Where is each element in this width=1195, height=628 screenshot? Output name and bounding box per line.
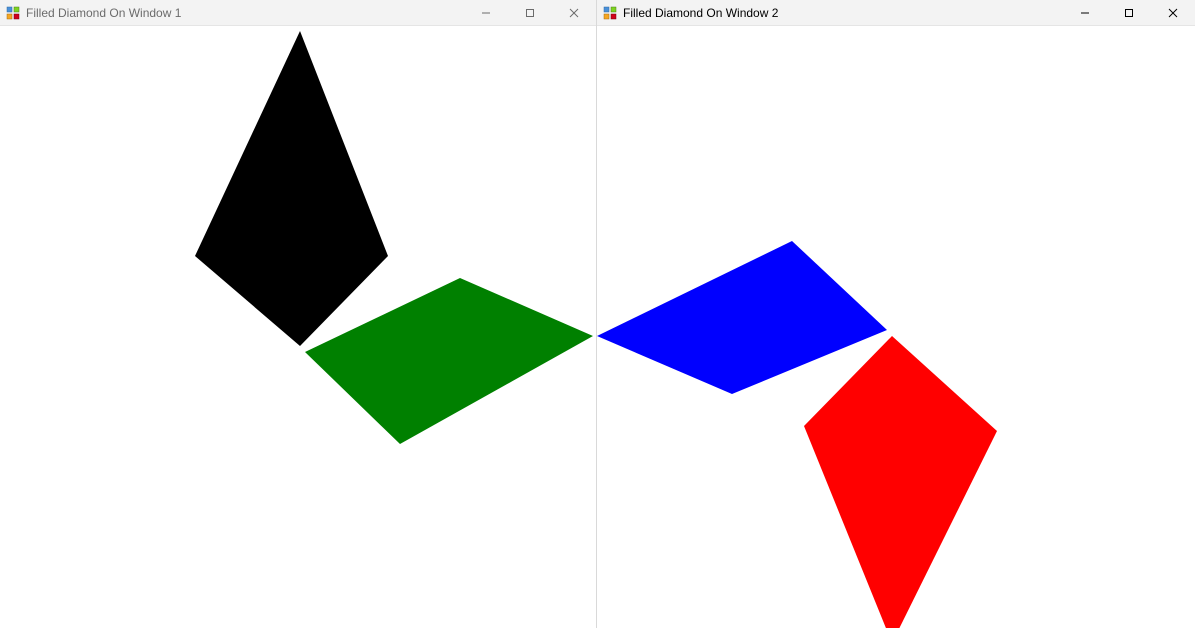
maximize-button[interactable] bbox=[1107, 0, 1151, 25]
titlebar-1[interactable]: Filled Diamond On Window 1 bbox=[0, 0, 596, 26]
titlebar-2[interactable]: Filled Diamond On Window 2 bbox=[597, 0, 1195, 26]
canvas-1 bbox=[0, 26, 596, 628]
window-controls bbox=[1063, 0, 1195, 25]
canvas-2 bbox=[597, 26, 1195, 628]
close-button[interactable] bbox=[552, 0, 596, 25]
app-icon bbox=[603, 6, 617, 20]
shape-blue-kite bbox=[597, 241, 887, 394]
shape-green-kite bbox=[305, 278, 593, 444]
window-controls bbox=[464, 0, 596, 25]
shape-red-kite bbox=[804, 336, 997, 628]
window-1: Filled Diamond On Window 1 bbox=[0, 0, 597, 628]
window-title: Filled Diamond On Window 1 bbox=[26, 6, 181, 20]
close-button[interactable] bbox=[1151, 0, 1195, 25]
minimize-button[interactable] bbox=[1063, 0, 1107, 25]
app-icon bbox=[6, 6, 20, 20]
minimize-button[interactable] bbox=[464, 0, 508, 25]
maximize-button[interactable] bbox=[508, 0, 552, 25]
window-title: Filled Diamond On Window 2 bbox=[623, 6, 778, 20]
window-2: Filled Diamond On Window 2 bbox=[597, 0, 1195, 628]
shape-black-kite bbox=[195, 31, 388, 346]
